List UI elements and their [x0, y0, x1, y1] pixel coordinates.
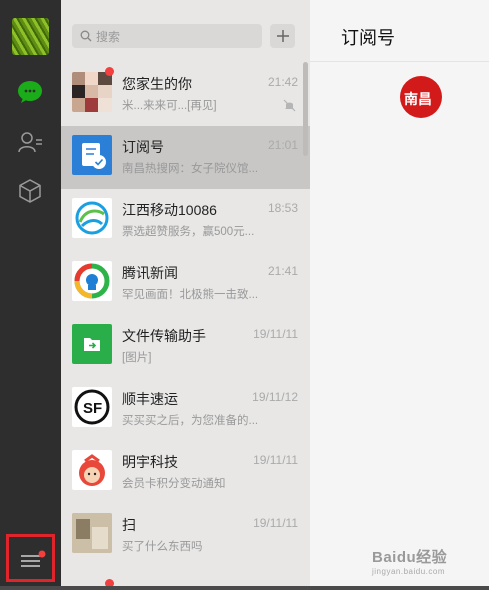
subscription-avatar — [72, 135, 112, 175]
plus-icon — [277, 30, 289, 42]
watermark: Baidu经验 jingyan.baidu.com — [372, 546, 447, 576]
chat-name: 腾讯新闻 — [122, 265, 178, 281]
chat-row[interactable]: SF 顺丰速运 买买买之后，为您准备的... 19/11/12 — [61, 378, 310, 441]
chat-preview: 买买买之后，为您准备的... — [122, 415, 259, 427]
chat-name: 订阅号 — [122, 139, 164, 155]
file-transfer-avatar — [72, 324, 112, 364]
tencent-news-avatar — [72, 261, 112, 301]
svg-text:SF: SF — [83, 400, 102, 417]
chat-row[interactable]: 江西移动10086 票选超赞服务，赢500元... 18:53 — [61, 189, 310, 252]
group-avatar — [72, 72, 112, 112]
sf-express-avatar: SF — [72, 387, 112, 427]
photo-avatar — [72, 513, 112, 553]
add-button[interactable] — [270, 24, 295, 48]
mascot-avatar — [72, 450, 112, 490]
panel-title: 订阅号 — [341, 28, 395, 48]
subscription-panel: 订阅号 南昌 — [310, 0, 489, 590]
chat-preview: 罕见画面！北极熊一击致... — [122, 289, 259, 301]
chat-name: 文件传输助手 — [122, 328, 206, 344]
chat-row[interactable]: 文件传输助手 [图片] 19/11/11 — [61, 315, 310, 378]
chat-preview: 票选超赞服务，赢500元... — [122, 226, 255, 238]
avatar[interactable] — [12, 18, 49, 55]
watermark-brand: Baidu经验 — [372, 549, 448, 566]
chat-time: 19/11/12 — [252, 390, 298, 404]
chat-row[interactable]: 您家生的你 米...来来可...[再见] 21:42 — [61, 63, 310, 126]
chat-row[interactable]: 扫 买了什么东西吗 19/11/11 — [61, 504, 310, 567]
china-mobile-avatar — [72, 198, 112, 238]
chat-row[interactable]: 腾讯新闻 罕见画面！北极熊一击致... 21:41 — [61, 252, 310, 315]
chat-preview: 买了什么东西吗 — [122, 541, 203, 553]
divider — [310, 61, 489, 62]
chat-name: 扫 — [122, 517, 136, 533]
subscription-badge-text: 南昌 — [404, 91, 432, 107]
menu-button[interactable] — [6, 534, 55, 582]
bottom-strip — [0, 586, 489, 590]
favorites-icon[interactable] — [16, 177, 44, 205]
search-placeholder: 搜索 — [96, 30, 121, 44]
chat-name: 顺丰速运 — [122, 391, 178, 407]
search-input[interactable]: 搜索 — [72, 24, 262, 48]
chat-row[interactable]: 订阅号 南昌热搜网：女子院仪馆... 21:01 — [61, 126, 310, 189]
chat-time: 19/11/11 — [253, 453, 298, 467]
chat-time: 19/11/11 — [253, 516, 298, 530]
chat-time: 19/11/11 — [253, 327, 298, 341]
unread-dot — [105, 67, 114, 76]
chat-name: 明宇科技 — [122, 454, 178, 470]
menu-icon — [21, 550, 46, 567]
left-nav — [0, 0, 61, 590]
chat-time: 21:01 — [267, 138, 298, 152]
chat-time: 21:42 — [267, 75, 298, 89]
chat-preview: 南昌热搜网：女子院仪馆... — [122, 163, 259, 175]
chat-preview: 米...来来可...[再见] — [122, 100, 217, 112]
chat-list: 搜索 您家生的你 米...来来可...[再见] 21:42 订阅号 南昌热搜网：… — [61, 0, 310, 590]
contacts-icon[interactable] — [16, 128, 44, 156]
chat-time: 21:41 — [267, 264, 298, 278]
chat-icon[interactable] — [16, 78, 44, 106]
chat-preview: [图片] — [122, 352, 152, 364]
mute-icon — [283, 99, 296, 112]
search-icon — [80, 30, 92, 42]
watermark-url: jingyan.baidu.com — [372, 567, 445, 576]
chat-name: 您家生的你 — [122, 76, 192, 92]
chat-time: 18:53 — [267, 201, 298, 215]
chat-row[interactable]: 明宇科技 会员卡积分变动通知 19/11/11 — [61, 441, 310, 504]
chat-name: 江西移动10086 — [122, 202, 217, 218]
chat-preview: 会员卡积分变动通知 — [122, 478, 226, 490]
scrollbar[interactable] — [303, 62, 308, 156]
